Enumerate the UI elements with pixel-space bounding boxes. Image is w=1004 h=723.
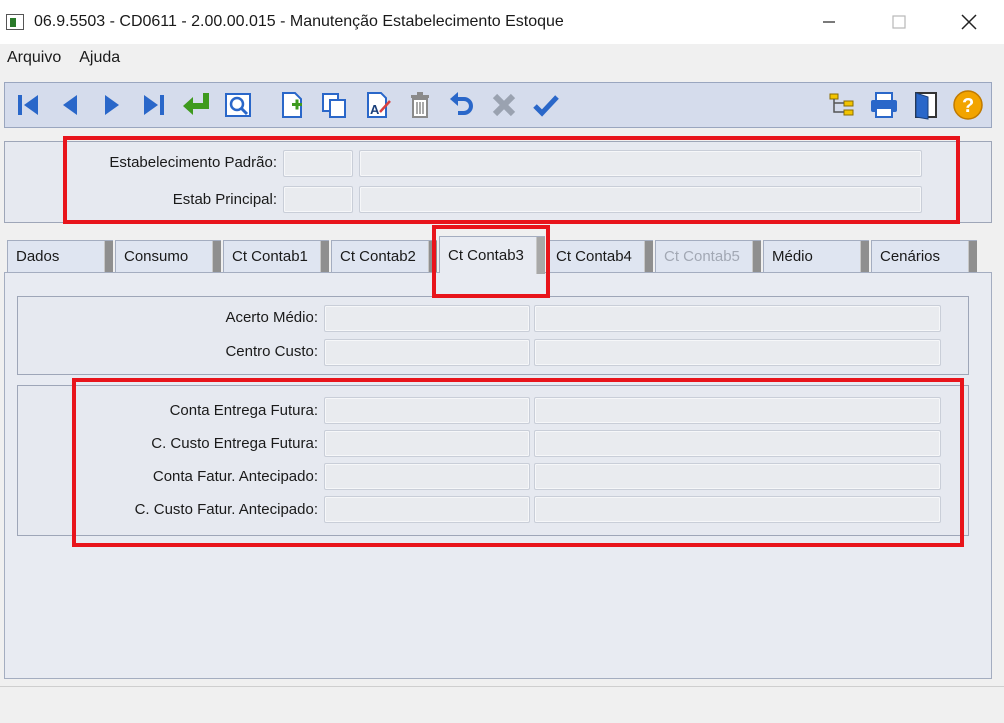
svg-text:?: ? [962, 95, 974, 117]
tab-label: Ct Contab3 [448, 246, 524, 264]
tab-ct-contab4[interactable]: Ct Contab4 [547, 240, 653, 273]
acerto-medio-code-field[interactable] [324, 305, 530, 332]
new-document-icon [282, 92, 302, 118]
estab-principal-label: Estab Principal: [172, 191, 277, 208]
tree-icon [829, 93, 854, 116]
undo-icon [450, 92, 473, 115]
printer-icon [871, 92, 897, 118]
print-button[interactable] [867, 88, 901, 122]
conta-entrega-futura-code-field[interactable] [324, 397, 530, 424]
tab-label: Médio [772, 248, 813, 265]
header-panel: Estabelecimento Padrão: Estab Principal: [4, 141, 992, 223]
cancel-button[interactable] [487, 88, 521, 122]
estab-principal-code-field[interactable] [283, 186, 353, 213]
maximize-button[interactable] [864, 0, 934, 44]
conta-fatur-antecipado-label: Conta Fatur. Antecipado: [152, 468, 318, 485]
ccusto-fatur-antecipado-label: C. Custo Fatur. Antecipado: [134, 501, 318, 518]
tab-cenarios[interactable]: Cenários [871, 240, 977, 273]
centro-custo-code-field[interactable] [324, 339, 530, 366]
tab-label: Ct Contab2 [340, 248, 416, 265]
window-title: 06.9.5503 - CD0611 - 2.00.00.015 - Manut… [34, 13, 564, 30]
first-icon [18, 95, 38, 115]
minimize-button[interactable] [794, 0, 864, 44]
estab-padrao-desc-field[interactable] [359, 150, 922, 177]
first-record-button[interactable] [11, 88, 45, 122]
ccusto-entrega-futura-label: C. Custo Entrega Futura: [151, 435, 318, 452]
estab-principal-desc-field[interactable] [359, 186, 922, 213]
help-icon: ? [953, 90, 983, 120]
tab-dados[interactable]: Dados [7, 240, 113, 273]
acerto-medio-desc-field[interactable] [534, 305, 941, 332]
window-controls [794, 0, 1004, 44]
undo-button[interactable] [445, 88, 479, 122]
tab-label: Consumo [124, 248, 189, 265]
centro-custo-desc-field[interactable] [534, 339, 941, 366]
help-button[interactable]: ? [951, 88, 985, 122]
tab-strip: Dados Consumo Ct Contab1 Ct Contab2 Ct C… [4, 236, 992, 274]
last-icon [144, 95, 164, 115]
goto-arrow-icon [183, 93, 209, 115]
previous-record-button[interactable] [53, 88, 87, 122]
new-record-button[interactable] [275, 88, 309, 122]
toolbar: A ? [4, 82, 992, 128]
tab-label: Ct Contab4 [556, 248, 632, 265]
conta-fatur-antecipado-desc-field[interactable] [534, 463, 941, 490]
ccusto-fatur-antecipado-code-field[interactable] [324, 496, 530, 523]
ccusto-fatur-antecipado-desc-field[interactable] [534, 496, 941, 523]
edit-record-button[interactable]: A [361, 88, 395, 122]
minimize-icon [823, 21, 835, 23]
title-bar: 06.9.5503 - CD0611 - 2.00.00.015 - Manut… [0, 0, 1004, 44]
tab-label: Ct Contab1 [232, 248, 308, 265]
previous-icon [63, 95, 77, 115]
estab-padrao-label: Estabelecimento Padrão: [109, 154, 277, 171]
next-icon [105, 95, 119, 115]
tab-consumo[interactable]: Consumo [115, 240, 221, 273]
tab-label: Dados [16, 248, 60, 265]
close-button[interactable] [934, 0, 1004, 44]
menu-ajuda[interactable]: Ajuda [72, 49, 127, 67]
tab-content-ct-contab3: Acerto Médio: Centro Custo: Conta Entreg… [4, 272, 992, 679]
tab-ct-contab5[interactable]: Ct Contab5 [655, 240, 761, 273]
tab-ct-contab2[interactable]: Ct Contab2 [331, 240, 437, 273]
checkmark-icon [533, 95, 559, 117]
goto-record-button[interactable] [179, 88, 213, 122]
copy-record-button[interactable] [317, 88, 351, 122]
tab-medio[interactable]: Médio [763, 240, 869, 273]
menu-arquivo[interactable]: Arquivo [0, 49, 68, 67]
tab-label: Ct Contab5 [664, 248, 740, 265]
group-acerto-medio: Acerto Médio: Centro Custo: [17, 296, 969, 375]
tab-ct-contab3[interactable]: Ct Contab3 [439, 236, 545, 274]
exit-button[interactable] [909, 88, 943, 122]
conta-entrega-futura-label: Conta Entrega Futura: [169, 402, 318, 419]
search-button[interactable] [221, 88, 255, 122]
copy-icon [322, 93, 346, 118]
exit-door-icon [915, 92, 937, 120]
ccusto-entrega-futura-desc-field[interactable] [534, 430, 941, 457]
status-bar [0, 686, 1004, 723]
conta-entrega-futura-desc-field[interactable] [534, 397, 941, 424]
conta-fatur-antecipado-code-field[interactable] [324, 463, 530, 490]
ccusto-entrega-futura-code-field[interactable] [324, 430, 530, 457]
estab-padrao-code-field[interactable] [283, 150, 353, 177]
group-entrega-fatur: Conta Entrega Futura: C. Custo Entrega F… [17, 385, 969, 536]
tab-ct-contab1[interactable]: Ct Contab1 [223, 240, 329, 273]
acerto-medio-label: Acerto Médio: [225, 309, 318, 326]
centro-custo-label: Centro Custo: [225, 343, 318, 360]
menu-bar: Arquivo Ajuda [0, 44, 1004, 72]
delete-record-button[interactable] [403, 88, 437, 122]
svg-text:A: A [370, 102, 380, 117]
last-record-button[interactable] [137, 88, 171, 122]
trash-icon [411, 92, 429, 118]
next-record-button[interactable] [95, 88, 129, 122]
maximize-icon [892, 15, 906, 29]
tab-label: Cenários [880, 248, 941, 265]
edit-icon: A [367, 92, 391, 118]
tree-button[interactable] [825, 88, 859, 122]
confirm-button[interactable] [529, 88, 563, 122]
close-icon [961, 14, 977, 30]
magnifier-icon [225, 93, 251, 117]
app-icon [6, 14, 24, 30]
cancel-x-icon [492, 93, 516, 117]
